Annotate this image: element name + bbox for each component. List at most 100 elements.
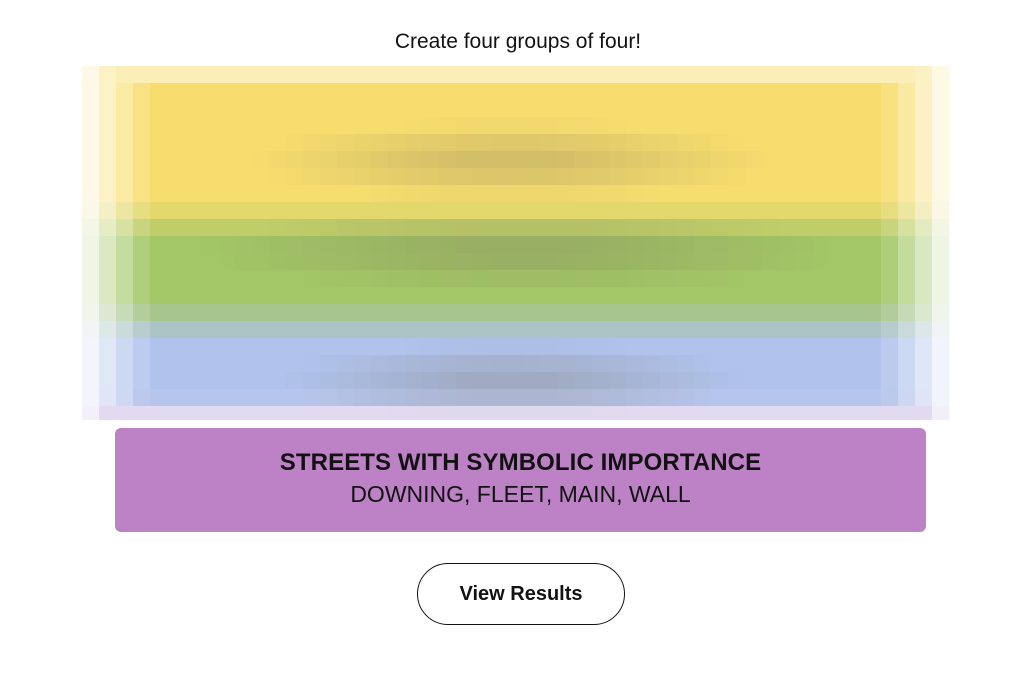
- blur-pixel: [337, 151, 354, 168]
- blur-pixel: [524, 304, 541, 321]
- blur-pixel: [864, 304, 881, 321]
- blur-pixel: [575, 321, 592, 338]
- blur-pixel: [575, 151, 592, 168]
- blur-pixel: [694, 117, 711, 134]
- blur-pixel: [898, 321, 915, 338]
- blur-pixel: [201, 304, 218, 321]
- blur-pixel: [422, 168, 439, 185]
- blur-pixel: [218, 134, 235, 151]
- blur-pixel: [677, 253, 694, 270]
- blur-pixel: [252, 253, 269, 270]
- blur-pixel: [320, 287, 337, 304]
- blur-pixel: [320, 134, 337, 151]
- blur-pixel: [864, 355, 881, 372]
- blur-pixel: [558, 185, 575, 202]
- blur-pixel: [541, 151, 558, 168]
- blur-pixel: [694, 355, 711, 372]
- blur-pixel: [405, 338, 422, 355]
- blur-pixel: [626, 219, 643, 236]
- solved-group-words: DOWNING, FLEET, MAIN, WALL: [350, 481, 691, 507]
- blur-pixel: [388, 338, 405, 355]
- blur-pixel: [813, 270, 830, 287]
- blur-pixel: [813, 389, 830, 406]
- blur-pixel: [711, 253, 728, 270]
- blur-pixel: [524, 151, 541, 168]
- blur-pixel: [269, 389, 286, 406]
- blur-pixel: [575, 185, 592, 202]
- blur-pixel: [320, 100, 337, 117]
- blur-pixel: [201, 338, 218, 355]
- instruction-text: Create four groups of four!: [394, 30, 642, 53]
- blur-pixel: [82, 202, 99, 219]
- blur-pixel: [677, 151, 694, 168]
- view-results-button[interactable]: View Results: [417, 563, 625, 625]
- blur-pixel: [184, 287, 201, 304]
- blur-pixel: [439, 117, 456, 134]
- blur-pixel: [116, 389, 133, 406]
- blur-pixel: [728, 117, 745, 134]
- blur-pixel: [150, 406, 167, 420]
- blur-pixel: [915, 253, 932, 270]
- blur-pixel: [541, 168, 558, 185]
- blur-pixel: [830, 219, 847, 236]
- blur-pixel: [99, 338, 116, 355]
- blur-pixel: [116, 253, 133, 270]
- blur-pixel: [286, 321, 303, 338]
- blur-pixel: [303, 185, 320, 202]
- blur-pixel: [150, 219, 167, 236]
- blur-pixel: [864, 287, 881, 304]
- blur-pixel: [524, 253, 541, 270]
- blur-pixel: [320, 321, 337, 338]
- blur-pixel: [575, 219, 592, 236]
- blur-pixel: [252, 185, 269, 202]
- blur-pixel: [524, 406, 541, 420]
- blur-pixel: [507, 270, 524, 287]
- blur-pixel: [269, 270, 286, 287]
- blur-pixel: [405, 134, 422, 151]
- blur-pixel: [847, 253, 864, 270]
- blur-pixel: [82, 389, 99, 406]
- blur-pixel: [439, 168, 456, 185]
- blur-pixel: [422, 151, 439, 168]
- blur-pixel: [932, 117, 949, 134]
- blur-pixel: [252, 270, 269, 287]
- blur-pixel: [150, 117, 167, 134]
- blur-pixel: [728, 134, 745, 151]
- blur-pixel: [354, 355, 371, 372]
- blur-pixel: [82, 117, 99, 134]
- blur-pixel: [456, 287, 473, 304]
- blur-pixel: [660, 66, 677, 83]
- blur-pixel: [932, 236, 949, 253]
- blur-pixel: [643, 253, 660, 270]
- blur-pixel: [949, 66, 950, 83]
- blur-pixel: [473, 304, 490, 321]
- blur-pixel: [286, 406, 303, 420]
- blur-pixel: [541, 185, 558, 202]
- blur-pixel: [167, 321, 184, 338]
- blur-pixel: [303, 321, 320, 338]
- blur-pixel: [609, 83, 626, 100]
- blur-pixel: [184, 83, 201, 100]
- blur-pixel: [779, 236, 796, 253]
- blur-pixel: [456, 355, 473, 372]
- blur-pixel: [881, 219, 898, 236]
- blur-pixel: [949, 134, 950, 151]
- blur-pixel: [677, 338, 694, 355]
- blur-pixel: [133, 304, 150, 321]
- blur-pixel: [320, 406, 337, 420]
- blur-pixel: [235, 338, 252, 355]
- blur-pixel: [541, 270, 558, 287]
- blur-pixel: [286, 253, 303, 270]
- blur-pixel: [337, 219, 354, 236]
- blur-pixel: [626, 83, 643, 100]
- blur-pixel: [728, 406, 745, 420]
- blur-pixel: [592, 219, 609, 236]
- blur-pixel: [252, 338, 269, 355]
- blur-pixel: [711, 270, 728, 287]
- blur-pixel: [167, 304, 184, 321]
- blur-pixel: [524, 168, 541, 185]
- blur-pixel: [184, 304, 201, 321]
- blur-pixel: [303, 100, 320, 117]
- blur-pixel: [150, 270, 167, 287]
- blur-pixel: [728, 372, 745, 389]
